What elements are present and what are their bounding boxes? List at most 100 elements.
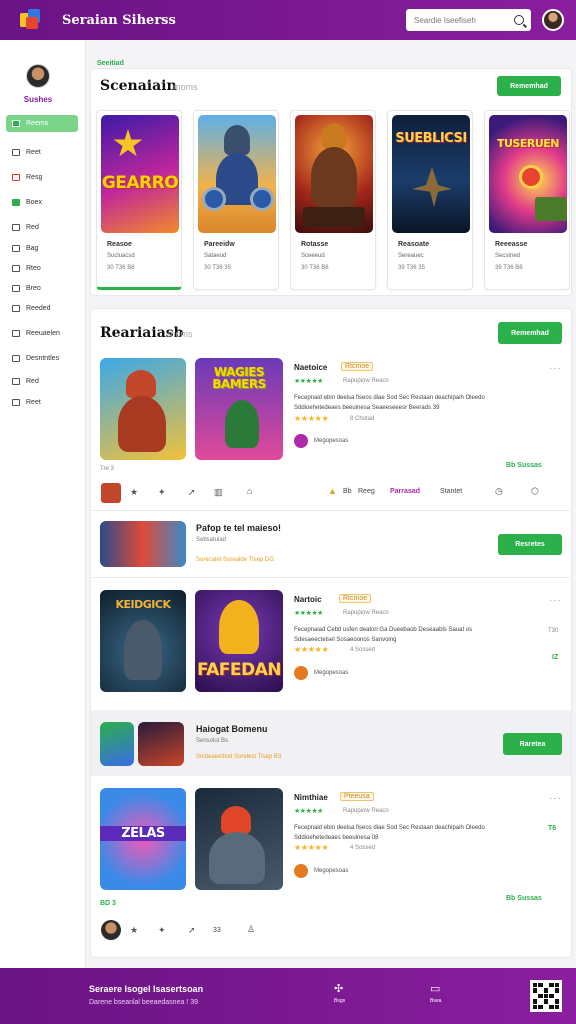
character-body: [124, 620, 162, 680]
list-more-button[interactable]: Rememhad: [498, 322, 562, 344]
divider: [92, 510, 570, 511]
developer-name[interactable]: Megopesoas: [314, 438, 348, 444]
game-description-2: Sdesaeectelsel Sosaeoonos Sanvoing: [294, 637, 397, 643]
sidebar-item-label: Boex: [26, 199, 42, 206]
home-icon[interactable]: ⌂: [247, 486, 252, 496]
game-card[interactable]: Rotasse Sceeeud 30 T36 B8: [290, 110, 376, 290]
sidebar-item-10[interactable]: Desntntles: [6, 350, 78, 367]
game-meta: Sereauec: [398, 253, 424, 259]
game-name[interactable]: Nartoic: [294, 595, 322, 604]
character-body: [225, 400, 259, 448]
star-icon[interactable]: ★: [130, 487, 138, 498]
game-card[interactable]: GEARRO Reasoe Sucluacsd 30 T36 B8: [96, 110, 182, 290]
settings-icon[interactable]: ⬡: [531, 486, 539, 497]
sidebar-item-11[interactable]: Red: [6, 373, 78, 390]
list-icon: [12, 149, 20, 156]
game-thumbnail-small[interactable]: [138, 722, 184, 766]
character-body: [209, 832, 265, 884]
game-thumbnail[interactable]: [100, 358, 186, 460]
like-icon[interactable]: ✦: [158, 487, 166, 498]
featured-more-button[interactable]: Rememhad: [497, 76, 561, 96]
qr-code-icon[interactable]: [530, 980, 562, 1012]
developer-name[interactable]: Megopesoas: [314, 868, 348, 874]
side-link[interactable]: IZ: [552, 654, 558, 661]
sidebar-item-12[interactable]: Reet: [6, 394, 78, 411]
avatar[interactable]: [542, 9, 564, 31]
side-link[interactable]: T6: [548, 825, 556, 832]
sidebar-item-0[interactable]: Reems: [6, 115, 78, 132]
action-label[interactable]: Bb: [343, 488, 352, 495]
success-link[interactable]: Bb Sussas: [506, 895, 542, 902]
character-body: [219, 600, 259, 654]
game-card[interactable]: SUEBLICSI Reasoate Sereauec 39 T36 35: [387, 110, 473, 290]
mini-game-title[interactable]: Pafop te tel maieso!: [196, 523, 281, 533]
game-thumbnail-small[interactable]: [100, 722, 134, 766]
developer-name[interactable]: Megopesoas: [314, 670, 348, 676]
game-description-2: Sddioehetedeaes beeuinesa 08: [294, 835, 379, 841]
more-options-icon[interactable]: ···: [549, 793, 562, 804]
planet-icon: [519, 165, 543, 189]
game-thumbnail[interactable]: ZELAS: [100, 788, 186, 890]
sidebar: Sushes Reems Reet Resg Boex Red Bag Rteo…: [0, 40, 86, 968]
more-options-icon[interactable]: ···: [549, 363, 562, 374]
stats-icon[interactable]: ▥: [214, 487, 223, 498]
sidebar-item-9[interactable]: Reeuaelen: [6, 325, 78, 342]
share-icon[interactable]: ➚: [188, 925, 196, 936]
action-label[interactable]: Reeg: [358, 488, 375, 495]
breadcrumb[interactable]: Seeitiad: [97, 60, 124, 67]
cube-logo-icon[interactable]: [20, 9, 42, 31]
sidebar-item-8[interactable]: Reeded: [6, 300, 78, 317]
trophy-icon[interactable]: ▲: [328, 486, 337, 496]
mini-game-meta: Sorecaiet Sorealde Tlsep DG: [196, 557, 274, 563]
genre-tag: Pteeusa: [340, 792, 374, 801]
like-icon[interactable]: ✦: [158, 925, 166, 936]
bookmark-icon[interactable]: ◷: [495, 486, 503, 497]
game-card[interactable]: TUSERUEN Reeeasse Secstned 39 T36 B8: [484, 110, 570, 290]
thumbs-up-icon[interactable]: ♙: [247, 924, 255, 935]
rating-count: 4 Sossed: [350, 845, 376, 851]
sidebar-item-4[interactable]: Red: [6, 219, 78, 236]
rating-count: 4 Sossed: [350, 647, 376, 653]
sidebar-item-7[interactable]: Breo: [6, 280, 78, 297]
sidebar-item-2[interactable]: Resg: [6, 169, 78, 186]
sidebar-avatar[interactable]: [26, 64, 50, 88]
game-stats: 30 T36 B8: [301, 265, 329, 271]
sidebar-item-1[interactable]: Reet: [6, 144, 78, 161]
search-input[interactable]: [414, 15, 510, 25]
action-label-highlight[interactable]: Parrasad: [390, 488, 420, 495]
share-icon[interactable]: ➚: [188, 487, 196, 498]
sidebar-item-3[interactable]: Boex: [6, 194, 78, 211]
success-link[interactable]: Bb Sussas: [506, 462, 542, 469]
doc-icon: [12, 330, 20, 337]
search-icon[interactable]: [514, 15, 524, 25]
sidebar-item-label: Reems: [26, 120, 49, 127]
more-options-icon[interactable]: ···: [549, 595, 562, 606]
game-thumbnail[interactable]: WAGIES BAMERS: [195, 358, 283, 460]
game-thumbnail[interactable]: [195, 788, 283, 890]
search-box[interactable]: [406, 9, 531, 31]
mini-game-title[interactable]: Haiogat Bomenu: [196, 724, 268, 734]
game-thumbnail[interactable]: FAFEDAN: [195, 590, 283, 692]
avatar[interactable]: [101, 920, 121, 940]
rating-stars-gold: ★★★★★: [294, 414, 329, 423]
star-icon: [12, 305, 20, 312]
game-name[interactable]: Nimthiae: [294, 793, 328, 802]
game-thumbnail[interactable]: KEIDGICK: [100, 590, 186, 692]
action-label[interactable]: Stantet: [440, 488, 462, 495]
star-icon[interactable]: ★: [130, 925, 138, 936]
game-mini-thumb[interactable]: [101, 483, 121, 503]
game-title-art: SUEBLICSI: [395, 131, 467, 146]
tablet-icon[interactable]: ▭: [430, 982, 440, 995]
item-count: BD 3: [100, 900, 116, 907]
bag-icon: [12, 245, 20, 252]
game-card[interactable]: Pareeidw Sataeud 30 T36 35: [193, 110, 279, 290]
star-icon: [113, 129, 143, 157]
sidebar-item-5[interactable]: Bag: [6, 240, 78, 257]
mini-action-button[interactable]: Resretes: [498, 534, 562, 555]
game-thumbnail-wide[interactable]: [100, 521, 186, 567]
mini-action-button[interactable]: Raretea: [503, 733, 562, 755]
game-name[interactable]: Naetoice: [294, 363, 327, 372]
gamepad-icon[interactable]: ✣: [334, 982, 343, 995]
sidebar-item-6[interactable]: Rteo: [6, 260, 78, 277]
rating-label: Rapupiow Reacn: [343, 378, 389, 384]
